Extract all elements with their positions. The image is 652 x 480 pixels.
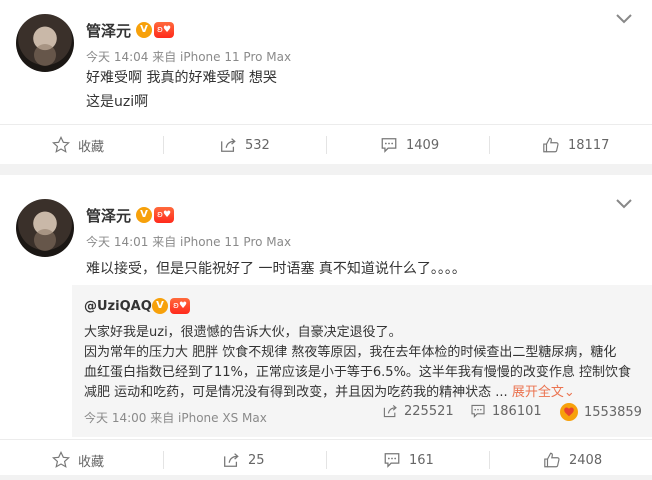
- expand-full-text-link[interactable]: 展开全文⌄: [512, 385, 575, 400]
- member-badge-icon: ʚ♥: [170, 298, 190, 314]
- divider: [489, 451, 490, 469]
- avatar[interactable]: [16, 14, 74, 72]
- post-text-line: 难以接受，但是只能祝好了 一时语塞 真不知道说什么了。。。。: [86, 261, 466, 277]
- quoted-author[interactable]: @UziQAQ: [84, 299, 152, 314]
- quoted-like-button[interactable]: 1553859: [560, 403, 642, 421]
- thumbs-up-icon: [544, 452, 560, 468]
- comment-icon: [381, 138, 397, 153]
- share-icon: [221, 138, 236, 152]
- favorite-label: 收藏: [78, 139, 105, 155]
- chevron-down-icon[interactable]: [616, 199, 632, 209]
- comment-count: 1409: [406, 137, 440, 153]
- repost-button[interactable]: 532: [219, 125, 270, 165]
- quoted-text-line: 大家好我是uzi，很遗憾的告诉大伙，自豪决定退役了。: [84, 325, 402, 340]
- chevron-down-icon[interactable]: [616, 14, 632, 24]
- comment-icon: [384, 453, 400, 468]
- member-badge-icon: ʚ♥: [154, 22, 174, 38]
- action-bar: 收藏 532 1409 18117: [0, 124, 652, 165]
- thumbs-up-icon: [543, 137, 559, 153]
- author-name[interactable]: 管泽元: [86, 20, 131, 41]
- post-meta: 今天 14:04 来自 iPhone 11 Pro Max: [86, 50, 292, 64]
- quoted-text-line-4: 减肥 运动和吃药，可是情况没有得到改变，并且因为吃药我的精神状态 ...: [84, 385, 508, 400]
- quoted-text-line: 因为常年的压力大 肥胖 饮食不规律 熬夜等原因，我在去年体检的时候查出二型糖尿病…: [84, 345, 617, 360]
- action-bar: 收藏 25 161 2408: [0, 439, 652, 480]
- quoted-repost-button[interactable]: 225521: [382, 403, 454, 419]
- like-button[interactable]: 2408: [543, 440, 602, 480]
- quoted-repost-count: 225521: [404, 403, 454, 419]
- verified-badge-icon: V: [152, 298, 168, 314]
- share-icon: [383, 404, 397, 418]
- quoted-text-line: 减肥 运动和吃药，可是情况没有得到改变，并且因为吃药我的精神状态 ... 展开全…: [84, 381, 575, 400]
- author-name[interactable]: 管泽元: [86, 205, 131, 226]
- repost-count: 25: [248, 452, 265, 468]
- comment-button[interactable]: 161: [383, 440, 434, 480]
- comment-icon: [471, 404, 485, 418]
- post-card: 管泽元 V ʚ♥ 今天 14:04 来自 iPhone 11 Pro Max 好…: [0, 0, 652, 164]
- repost-button[interactable]: 25: [222, 440, 265, 480]
- quoted-post[interactable]: @UziQAQ V ʚ♥ 大家好我是uzi，很遗憾的告诉大伙，自豪决定退役了。 …: [72, 285, 652, 437]
- like-badge-icon: [560, 403, 578, 421]
- quoted-like-count: 1553859: [584, 404, 642, 420]
- verified-badge-icon: V: [136, 207, 152, 223]
- avatar[interactable]: [16, 199, 74, 257]
- favorite-button[interactable]: 收藏: [52, 440, 104, 480]
- member-badge-icon: ʚ♥: [154, 207, 174, 223]
- repost-count: 532: [245, 137, 270, 153]
- like-button[interactable]: 18117: [542, 125, 609, 165]
- verified-badge-icon: V: [136, 22, 152, 38]
- post-text-line: 好难受啊 我真的好难受啊 想哭: [86, 70, 277, 86]
- expand-label: 展开全文: [511, 385, 564, 400]
- comment-count: 161: [409, 452, 434, 468]
- post-meta: 今天 14:01 来自 iPhone 11 Pro Max: [86, 235, 292, 249]
- like-count: 2408: [569, 452, 603, 468]
- like-count: 18117: [568, 137, 610, 153]
- share-icon: [224, 453, 239, 467]
- quoted-comment-button[interactable]: 186101: [470, 403, 542, 419]
- divider: [163, 136, 164, 154]
- divider: [163, 451, 164, 469]
- favorite-label: 收藏: [78, 454, 105, 470]
- favorite-button[interactable]: 收藏: [52, 125, 104, 165]
- star-icon: [52, 136, 70, 153]
- quoted-meta: 今天 14:00 来自 iPhone XS Max: [84, 411, 267, 425]
- divider: [326, 136, 327, 154]
- divider: [326, 451, 327, 469]
- star-icon: [52, 451, 70, 468]
- chevron-down-icon: ⌄: [563, 385, 575, 400]
- quoted-comment-count: 186101: [492, 403, 542, 419]
- quoted-text-line: 血红蛋白指数已经到了11%，正常应该是小于等于6.5%。这半年我有慢慢的改变作息…: [84, 365, 632, 380]
- divider: [489, 136, 490, 154]
- comment-button[interactable]: 1409: [380, 125, 439, 165]
- post-text-line: 这是uzi啊: [86, 94, 149, 110]
